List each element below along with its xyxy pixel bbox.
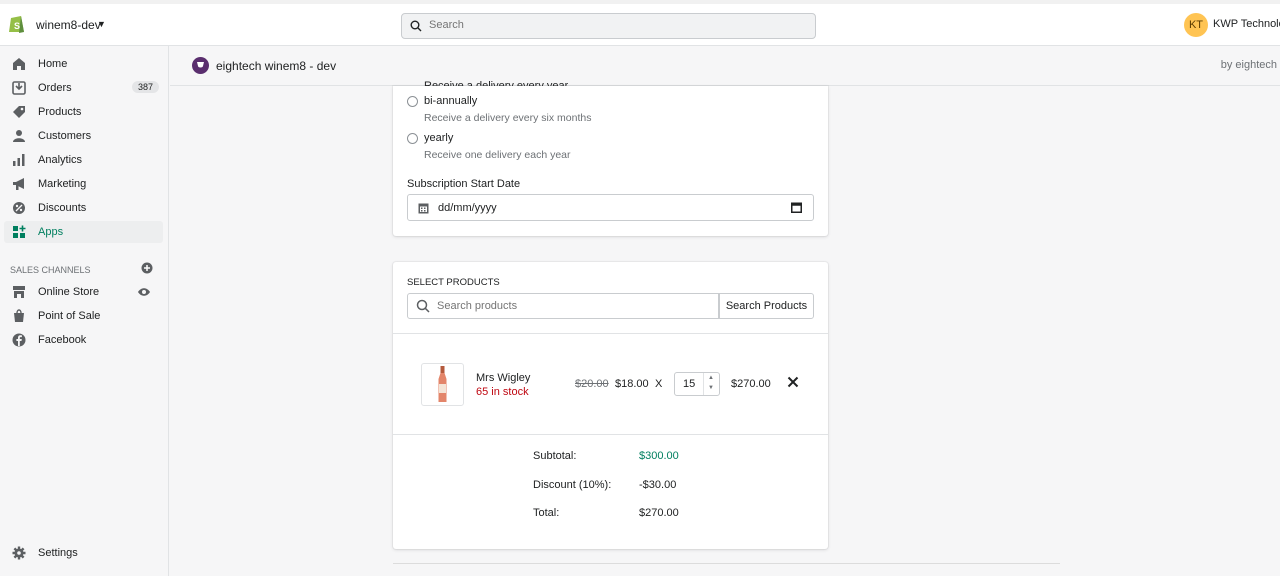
radio-yearly[interactable] — [407, 133, 418, 144]
shopping-bag-icon — [14, 309, 24, 322]
discount-value: -$30.00 — [639, 479, 677, 491]
sidebar-item-label: Discounts — [38, 202, 87, 214]
sidebar-item-label: Marketing — [38, 178, 87, 190]
subtotal-value: $300.00 — [639, 450, 679, 462]
svg-text:S: S — [14, 21, 20, 31]
sidebar-item-label: Products — [38, 106, 82, 118]
radio-help: Receive one delivery each year — [424, 149, 571, 161]
discounted-price: $18.00 — [615, 378, 649, 390]
tag-icon — [13, 106, 25, 118]
avatar[interactable]: KT — [1184, 13, 1208, 37]
divider — [393, 333, 828, 334]
start-date-label: Subscription Start Date — [407, 178, 521, 190]
radio-help: Receive a delivery every six months — [424, 112, 592, 124]
sidebar-item-home[interactable]: Home — [4, 53, 163, 75]
sidebar: Home Orders 387 Products Customers Analy… — [0, 46, 169, 576]
eye-icon[interactable] — [137, 286, 151, 298]
chevron-down-icon[interactable]: ▼ — [97, 19, 106, 29]
app-developer: by eightech — [1220, 59, 1277, 71]
gear-icon — [12, 546, 26, 560]
sidebar-item-online-store[interactable]: Online Store — [4, 281, 163, 303]
add-channel-icon[interactable] — [141, 262, 153, 274]
calendar-icon — [418, 203, 429, 214]
global-search[interactable] — [401, 13, 816, 39]
orders-icon — [12, 81, 26, 95]
sidebar-item-label: Settings — [38, 547, 78, 559]
sidebar-item-products[interactable]: Products — [4, 101, 163, 123]
discount-icon — [13, 202, 25, 214]
app-title: eightech winem8 - dev — [216, 59, 337, 73]
sidebar-item-label: Home — [38, 58, 68, 70]
sidebar-item-orders[interactable]: Orders 387 — [4, 77, 163, 99]
product-search-input[interactable] — [437, 300, 707, 312]
quantity-spinner[interactable]: ▲ ▼ — [703, 373, 719, 395]
search-products-button[interactable]: Search Products — [719, 293, 814, 319]
sidebar-item-apps[interactable]: Apps — [4, 221, 163, 243]
chevron-down-icon[interactable]: ▼ — [708, 385, 714, 391]
chevron-up-icon[interactable]: ▲ — [708, 375, 714, 381]
subtotal-label: Subtotal: — [533, 450, 577, 462]
shopify-logo-icon[interactable]: S — [8, 14, 26, 34]
sidebar-item-label: Orders — [38, 82, 72, 94]
person-icon — [13, 130, 25, 142]
search-input[interactable] — [429, 19, 809, 31]
start-date-value[interactable]: dd/mm/yyyy — [438, 202, 497, 214]
divider — [393, 434, 828, 435]
account-name[interactable]: KWP Technolog — [1213, 18, 1280, 30]
apps-icon — [13, 225, 26, 238]
sidebar-item-facebook[interactable]: Facebook — [4, 329, 163, 351]
radio-bi-annually[interactable] — [407, 96, 418, 107]
start-date-field[interactable]: dd/mm/yyyy — [407, 194, 814, 221]
stock-status: 65 in stock — [476, 386, 529, 398]
total-value: $270.00 — [639, 507, 679, 519]
sidebar-item-label: Customers — [38, 130, 92, 142]
sidebar-item-label: Facebook — [38, 334, 87, 346]
sidebar-item-marketing[interactable]: Marketing — [4, 173, 163, 195]
discount-label: Discount (10%): — [533, 479, 612, 491]
search-icon — [410, 20, 422, 32]
multiply-sign: X — [655, 378, 663, 390]
home-icon — [13, 58, 25, 70]
sidebar-item-label: Point of Sale — [38, 310, 101, 322]
wine-bottle-icon — [438, 366, 447, 402]
radio-label[interactable]: bi-annually — [424, 95, 477, 107]
sidebar-item-point-of-sale[interactable]: Point of Sale — [4, 305, 163, 327]
sidebar-item-analytics[interactable]: Analytics — [4, 149, 163, 171]
sidebar-item-label: Analytics — [38, 154, 83, 166]
subscription-options-card: Receive a delivery every year bi-annuall… — [393, 80, 828, 236]
app-header: eightech winem8 - dev by eightech — [170, 46, 1280, 86]
radio-label[interactable]: yearly — [424, 132, 453, 144]
select-products-card: SELECT PRODUCTS Search Products Mrs Wigl… — [393, 262, 828, 549]
date-picker-icon[interactable] — [791, 202, 802, 213]
app-logo-icon — [192, 57, 209, 74]
orders-count-badge: 387 — [131, 81, 159, 93]
original-price: $20.00 — [575, 378, 609, 390]
store-icon — [13, 286, 25, 298]
sidebar-item-settings[interactable]: Settings — [4, 542, 163, 564]
facebook-icon — [12, 333, 26, 347]
quantity-stepper[interactable]: ▲ ▼ — [674, 372, 720, 396]
clipped-option-help: Receive a delivery every year — [424, 80, 569, 86]
sidebar-item-discounts[interactable]: Discounts — [4, 197, 163, 219]
line-total: $270.00 — [731, 378, 771, 390]
search-icon — [416, 299, 430, 313]
bar-chart-icon — [13, 154, 25, 166]
select-products-title: SELECT PRODUCTS — [407, 277, 500, 288]
product-search-field[interactable] — [407, 293, 719, 319]
store-name[interactable]: winem8-dev — [36, 18, 101, 32]
close-icon[interactable] — [787, 376, 799, 388]
sidebar-item-label: Apps — [38, 226, 64, 238]
sales-channels-heading: SALES CHANNELS — [10, 265, 91, 275]
sidebar-item-customers[interactable]: Customers — [4, 125, 163, 147]
section-divider — [393, 563, 1060, 564]
megaphone-icon — [13, 178, 24, 190]
product-name[interactable]: Mrs Wigley — [476, 372, 530, 384]
top-bar: S winem8-dev ▼ KT KWP Technolog — [0, 0, 1280, 46]
sidebar-item-label: Online Store — [38, 286, 100, 298]
total-label: Total: — [533, 507, 560, 519]
quantity-input[interactable] — [683, 378, 703, 390]
product-thumbnail — [421, 363, 464, 406]
